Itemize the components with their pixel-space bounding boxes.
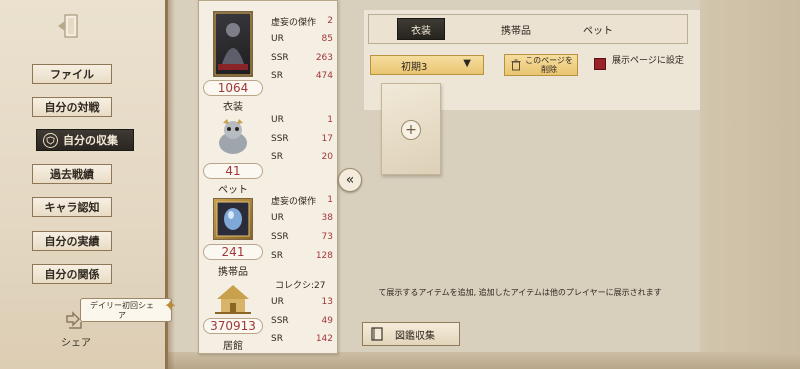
- house-icon: [215, 285, 251, 314]
- pet-stat-sr: SR 20: [271, 152, 333, 162]
- residence-stat-sr: SR 142: [271, 334, 333, 344]
- tab-accessory[interactable]: 携帯品: [491, 18, 541, 40]
- nav-my-collection-label: 自分の収集: [63, 134, 118, 147]
- accessory-count: 241: [203, 244, 263, 260]
- accessory-stat-sr: SR 128: [271, 251, 333, 261]
- accessory-stat-ssr: SSR 73: [271, 232, 333, 242]
- bottom-edge: [160, 352, 800, 369]
- pet-count: 41: [203, 163, 263, 179]
- info-text: て展示するアイテムを追加, 追加したアイテムは他のプレイヤーに展示されます: [378, 288, 662, 297]
- nav-my-collection[interactable]: 自分の収集: [36, 129, 134, 151]
- collection-stats-panel: 虚妄の傑作 2 UR 85 SSR 263 SR 474 1064 衣装 UR …: [198, 0, 338, 354]
- costume-figure-icon: [214, 12, 252, 76]
- pet-stat-ur: UR 1: [271, 115, 333, 125]
- residence-stat-ur: UR 13: [271, 297, 333, 307]
- residence-count: 370913: [203, 318, 263, 334]
- back-door-icon: [58, 14, 78, 38]
- nav-my-achievements-label: 自分の実績: [44, 235, 100, 248]
- collapse-panel-button[interactable]: «: [338, 168, 362, 192]
- costume-stat-ssr: SSR 263: [271, 53, 333, 63]
- page-select-dropdown[interactable]: 初期3 ▼: [370, 55, 484, 75]
- daily-share-badge-text: デイリー初回シェア: [90, 301, 154, 320]
- accessory-label: 携帯品: [218, 267, 248, 278]
- costume-thumbnail[interactable]: [213, 11, 253, 77]
- pet-stat-ssr: SSR 17: [271, 134, 333, 144]
- pet-label: ペット: [218, 185, 248, 196]
- showcase-page-toggle[interactable]: 展示ページに設定: [594, 56, 694, 78]
- chevron-down-icon: ▼: [463, 58, 471, 69]
- share-label: シェア: [61, 338, 91, 349]
- pet-figure-icon: [219, 119, 247, 154]
- nav-character-recognition[interactable]: キャラ認知: [32, 197, 112, 217]
- residence-collection-header: コレクシ:27: [275, 280, 326, 291]
- nav-past-records[interactable]: 過去戦績: [32, 164, 112, 184]
- residence-label: 居館: [223, 341, 243, 352]
- tab-pet[interactable]: ペット: [573, 18, 623, 40]
- costume-count: 1064: [203, 80, 263, 96]
- pet-thumbnail[interactable]: [213, 115, 253, 157]
- book-icon: [371, 327, 383, 341]
- right-edge-shadow: [700, 0, 800, 369]
- catalog-label: 図鑑収集: [395, 330, 435, 342]
- nav-character-recognition-label: キャラ認知: [44, 201, 100, 214]
- tab-costume[interactable]: 衣装: [397, 18, 445, 40]
- nav-file-label: ファイル: [50, 68, 94, 81]
- trash-icon: [511, 59, 521, 71]
- nav-my-battles[interactable]: 自分の対戦: [32, 97, 112, 117]
- catalog-collection-button[interactable]: 図鑑収集: [362, 322, 460, 346]
- costume-stat-sr: SR 474: [271, 71, 333, 81]
- page-select-value: 初期3: [401, 61, 428, 73]
- nav-my-relations[interactable]: 自分の関係: [32, 264, 112, 284]
- add-item-slot[interactable]: +: [381, 83, 441, 175]
- delete-page-button[interactable]: このページを削除: [504, 54, 578, 76]
- double-chevron-left-icon: «: [345, 172, 355, 188]
- accessory-stat-masterpiece: 虚妄の傑作 1: [271, 195, 333, 207]
- puzzle-icon: ✦: [163, 296, 177, 315]
- costume-stat-ur: UR 85: [271, 34, 333, 44]
- delete-page-label: このページを削除: [525, 56, 573, 74]
- nav-my-relations-label: 自分の関係: [44, 268, 100, 281]
- showcase-checkbox[interactable]: [594, 58, 606, 70]
- back-button[interactable]: [54, 12, 82, 40]
- costume-stat-masterpiece: 虚妄の傑作 2: [271, 16, 333, 28]
- costume-label: 衣装: [223, 102, 243, 113]
- nav-past-records-label: 過去戦績: [50, 168, 94, 181]
- plus-icon: +: [401, 120, 421, 140]
- nav-my-achievements[interactable]: 自分の実績: [32, 231, 112, 251]
- nav-file[interactable]: ファイル: [32, 64, 112, 84]
- residence-thumbnail[interactable]: [213, 281, 253, 317]
- showcase-label: 展示ページに設定: [612, 56, 684, 66]
- category-tabbar: 衣装 携帯品 ペット: [368, 14, 688, 44]
- daily-share-badge: デイリー初回シェア ✦: [80, 298, 177, 322]
- accessory-thumbnail[interactable]: [213, 198, 253, 240]
- residence-stat-ssr: SSR 49: [271, 316, 333, 326]
- accessory-stat-ur: UR 38: [271, 213, 333, 223]
- nav-my-battles-label: 自分の対戦: [44, 101, 100, 114]
- shield-icon: [43, 132, 58, 148]
- crystal-icon: [216, 201, 250, 237]
